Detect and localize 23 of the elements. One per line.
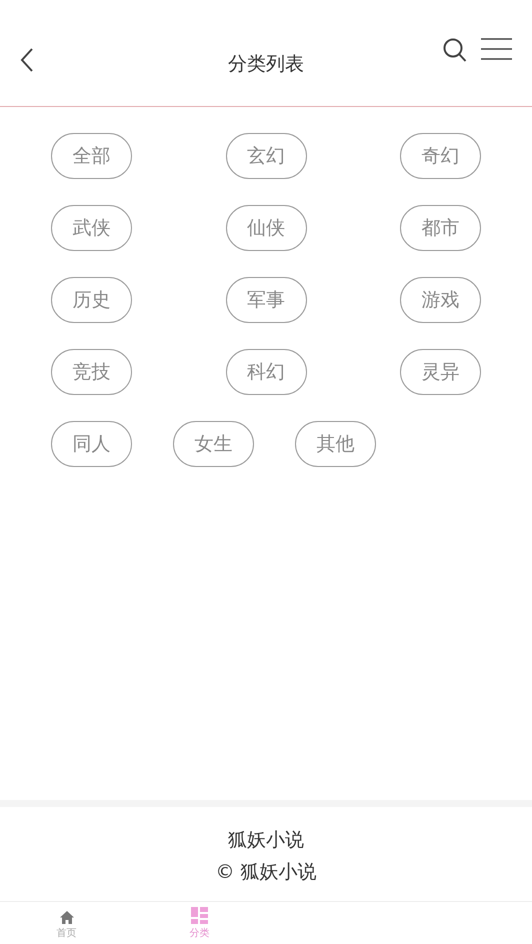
- home-icon: [60, 911, 74, 924]
- category-tag[interactable]: 全部: [51, 133, 132, 179]
- category-tag[interactable]: 同人: [51, 421, 132, 467]
- menu-button[interactable]: [481, 38, 512, 63]
- category-tag[interactable]: 玄幻: [226, 133, 306, 179]
- category-tag[interactable]: 军事: [226, 277, 306, 323]
- category-tag[interactable]: 女生: [173, 421, 254, 467]
- category-tag[interactable]: 其他: [295, 421, 376, 467]
- nav-tab[interactable]: 首页: [0, 902, 133, 944]
- category-tag[interactable]: 游戏: [400, 277, 481, 323]
- category-tag[interactable]: 历史: [51, 277, 132, 323]
- nav-tab[interactable]: 分类: [133, 902, 266, 944]
- category-tag[interactable]: 竞技: [51, 349, 132, 395]
- copyright-text: © 狐妖小说: [215, 860, 317, 885]
- category-tag[interactable]: 奇幻: [400, 133, 481, 179]
- category-tag[interactable]: 仙侠: [226, 205, 306, 251]
- category-tag[interactable]: 都市: [400, 205, 481, 251]
- site-name: 狐妖小说: [228, 828, 304, 853]
- category-tag[interactable]: 灵异: [400, 349, 481, 395]
- page-title: 分类列表: [228, 52, 304, 77]
- category-tag[interactable]: 武侠: [51, 205, 132, 251]
- grid-icon: [191, 907, 208, 924]
- category-tag[interactable]: 科幻: [226, 349, 306, 395]
